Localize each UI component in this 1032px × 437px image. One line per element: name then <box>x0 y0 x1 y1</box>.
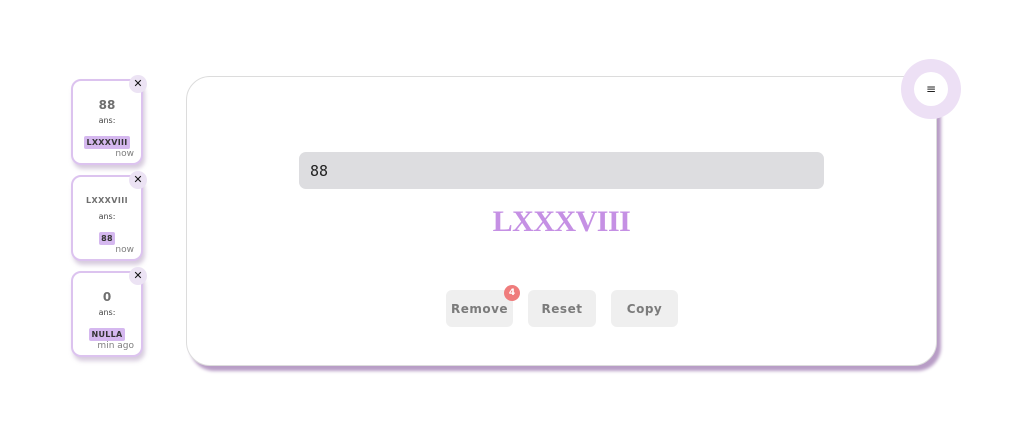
remove-count-badge: 4 <box>504 285 520 301</box>
history-time: now <box>115 149 134 159</box>
history-item[interactable]: ✕ 0 ans: NULLA min ago <box>71 267 147 357</box>
hamburger-icon[interactable]: ≡ <box>914 72 948 106</box>
history-answer-chip: LXXXVIII <box>84 136 130 149</box>
close-icon[interactable]: ✕ <box>129 171 147 189</box>
history-ans-label: ans: <box>98 116 116 125</box>
history-ans-label: ans: <box>98 308 116 317</box>
close-icon[interactable]: ✕ <box>129 75 147 93</box>
history-list: ✕ 88 ans: LXXXVIII now ✕ LXXXVIII ans: 8… <box>71 75 147 367</box>
number-input[interactable] <box>299 152 824 189</box>
history-query: LXXXVIII <box>86 196 128 205</box>
history-answer-chip: 88 <box>99 232 115 245</box>
close-icon[interactable]: ✕ <box>129 267 147 285</box>
converter-card: LXXXVIII Remove Reset Copy 4 <box>186 76 937 366</box>
copy-button[interactable]: Copy <box>611 290 678 327</box>
reset-button[interactable]: Reset <box>528 290 596 327</box>
history-time: min ago <box>97 341 134 351</box>
history-item[interactable]: ✕ 88 ans: LXXXVIII now <box>71 75 147 165</box>
history-time: now <box>115 245 134 255</box>
history-item[interactable]: ✕ LXXXVIII ans: 88 now <box>71 171 147 261</box>
history-query: 88 <box>98 98 116 112</box>
history-ans-label: ans: <box>98 212 116 221</box>
history-answer-chip: NULLA <box>89 328 125 341</box>
conversion-result: LXXXVIII <box>492 205 631 238</box>
remove-button[interactable]: Remove <box>446 290 513 327</box>
history-query: 0 <box>102 290 112 304</box>
